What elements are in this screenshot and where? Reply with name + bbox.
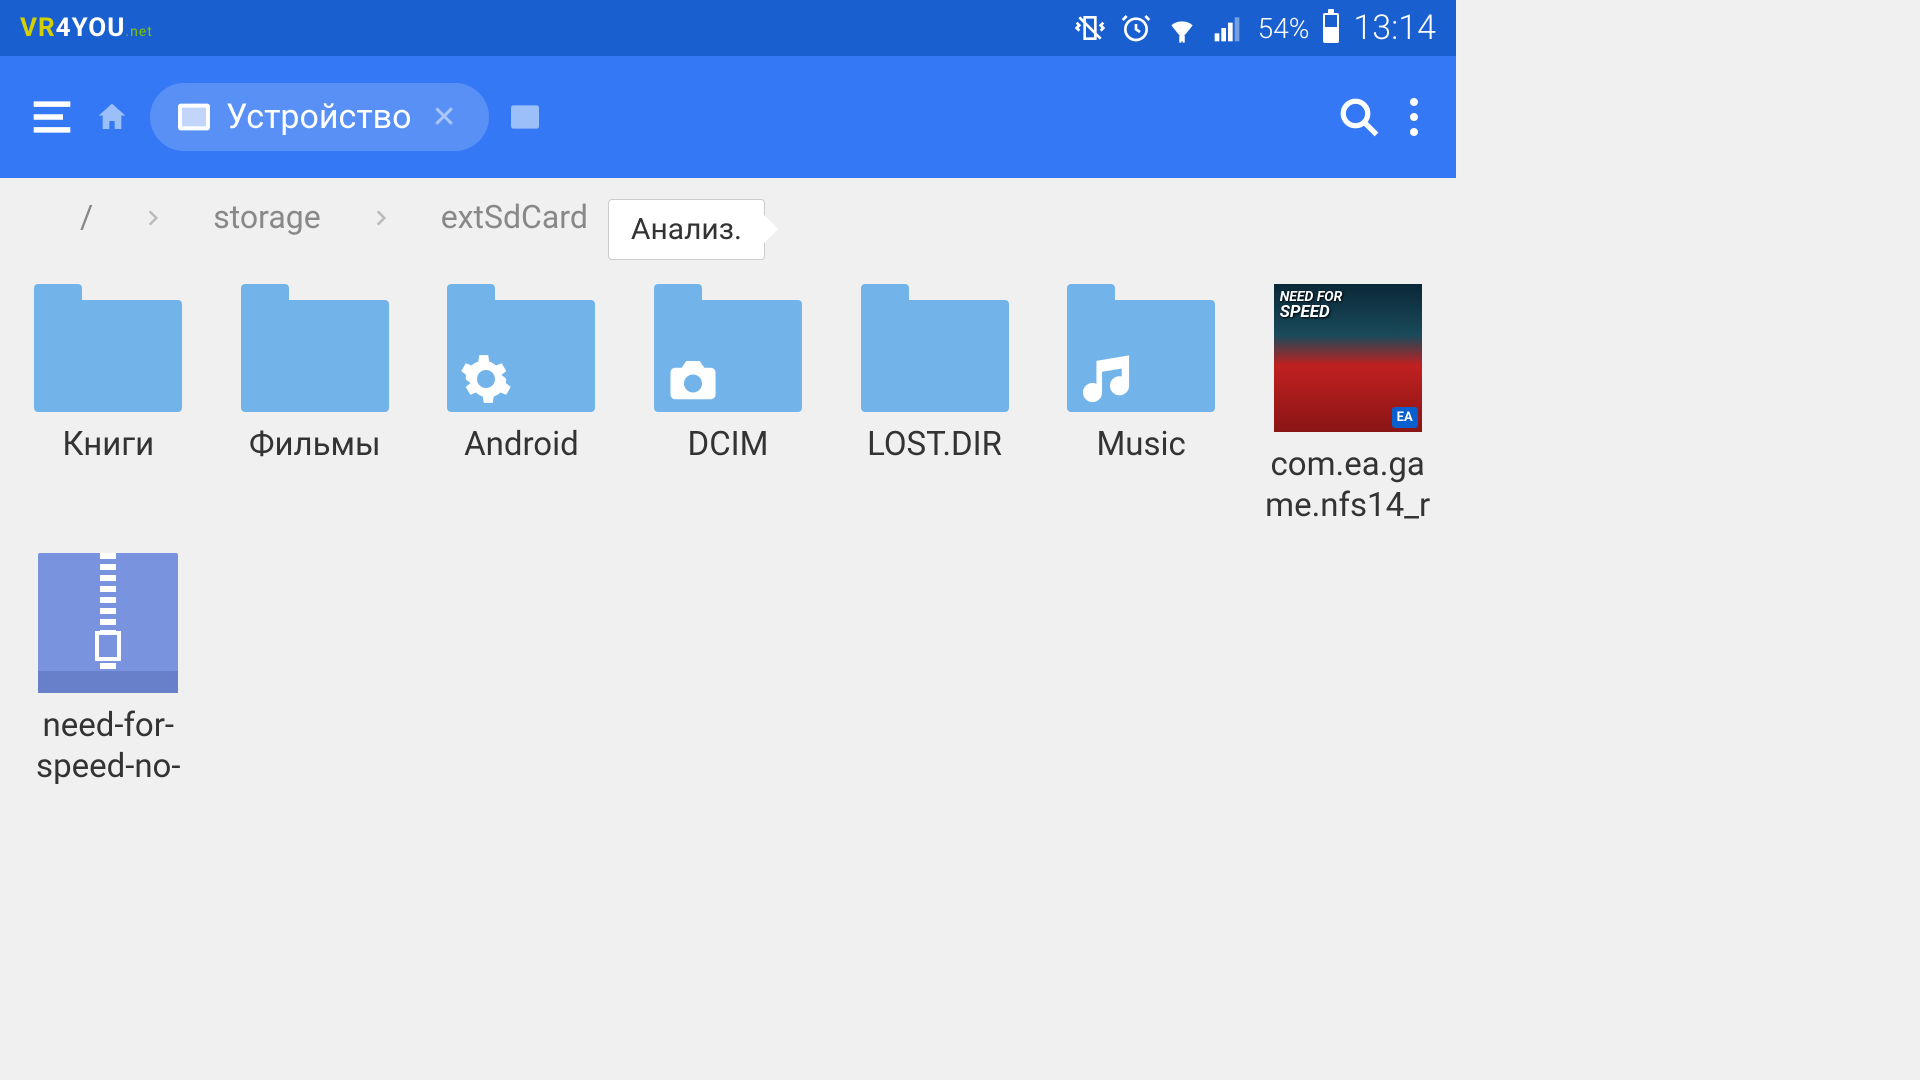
logo-4: 4 [56,13,72,43]
logo-vr: VR [20,13,56,43]
music-icon [1079,352,1133,406]
camera-icon [666,352,720,406]
folder-item[interactable]: Фильмы [217,276,414,535]
logo-you: YOU [72,13,126,43]
folder-icon [654,284,802,412]
tab-device[interactable]: Устройство ✕ [150,83,489,151]
home-button[interactable] [96,101,128,133]
file-item[interactable]: NEED FORSPEED EA com.ea.game.nfs14_r [1249,276,1446,535]
watermark-logo: VR4YOU.net [20,13,153,43]
item-label: com.ea.game.nfs14_r [1257,444,1438,527]
folder-item[interactable]: Music [1043,276,1240,535]
more-button[interactable] [1402,98,1426,136]
analyze-button[interactable]: Анализ. [608,199,765,260]
breadcrumb-extsdcard[interactable]: extSdCard [441,198,588,236]
status-bar: VR4YOU.net 54% 13:14 [0,0,1456,56]
sdcard-icon [511,104,539,130]
chevron-right-icon [143,198,163,236]
ea-badge: EA [1392,407,1418,428]
dot-icon [1410,128,1418,136]
search-button[interactable] [1338,96,1380,138]
wifi-icon [1166,12,1198,44]
signal-icon [1212,12,1244,44]
folder-item[interactable]: DCIM [630,276,827,535]
logo-net: .net [125,24,152,40]
dot-icon [1410,113,1418,121]
item-label: Книги [62,424,154,465]
clock: 13:14 [1353,8,1436,48]
folder-item[interactable]: LOST.DIR [836,276,1033,535]
breadcrumb-root[interactable]: / [80,198,93,236]
item-label: Music [1096,424,1185,465]
tab-label: Устройство [226,97,412,137]
folder-item[interactable]: Android [423,276,620,535]
chevron-right-icon [371,198,391,236]
gear-icon [459,352,513,406]
sdcard-tab-button[interactable] [511,104,539,130]
folder-icon [1067,284,1215,412]
tab-close-button[interactable]: ✕ [428,100,461,135]
file-item[interactable]: need-for-speed-no- [10,545,207,796]
zip-icon [38,553,178,693]
dot-icon [1410,98,1418,106]
home-icon [96,101,128,133]
folder-item[interactable]: Книги [10,276,207,535]
item-label: Android [464,424,579,465]
search-icon [1338,96,1380,138]
battery-icon [1323,13,1339,43]
item-label: Фильмы [249,424,381,465]
alarm-icon [1120,12,1152,44]
item-label: need-for-speed-no- [18,705,199,788]
folder-icon [241,284,389,412]
battery-percentage: 54% [1258,12,1310,45]
file-grid: Книги Фильмы Android DCIM LOST.DIR [0,256,1456,815]
app-thumbnail: NEED FORSPEED EA [1274,284,1422,432]
breadcrumb-storage[interactable]: storage [213,198,320,236]
item-label: LOST.DIR [867,424,1002,465]
item-label: DCIM [688,424,769,465]
thumb-title: NEED FORSPEED [1280,290,1343,321]
status-icons: 54% 13:14 [1074,8,1436,48]
storage-icon [178,103,210,131]
vibrate-icon [1074,12,1106,44]
folder-icon [447,284,595,412]
app-bar: Устройство ✕ [0,56,1456,178]
folder-icon [34,284,182,412]
breadcrumb-bar: / storage extSdCard Анализ. [0,178,1456,256]
hamburger-icon [30,95,74,139]
folder-icon [861,284,1009,412]
menu-button[interactable] [30,95,74,139]
